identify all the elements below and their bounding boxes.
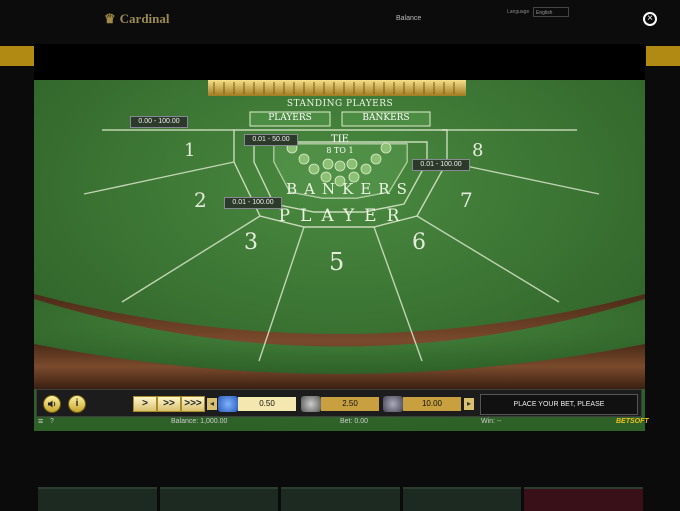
site-header: ♛ Cardinal Balance Language English xyxy=(0,0,680,44)
game-thumbnail[interactable] xyxy=(402,487,522,511)
language-label: Language xyxy=(507,9,530,15)
speed-normal-button[interactable]: > xyxy=(134,397,156,411)
chip-value[interactable]: 2.50 xyxy=(321,397,379,411)
speed-selector: > >> >>> xyxy=(133,396,205,412)
dealer-tray xyxy=(208,80,466,96)
chips-prev-button[interactable]: ◂ xyxy=(207,398,217,410)
sound-button[interactable] xyxy=(43,395,61,413)
seat-1-label[interactable]: 1 xyxy=(184,140,195,161)
chip-blue-icon[interactable] xyxy=(218,396,238,412)
crown-icon: ♛ xyxy=(104,11,116,26)
chip-grey-icon[interactable] xyxy=(301,396,321,412)
speaker-icon xyxy=(48,400,56,408)
language-select[interactable]: English xyxy=(533,7,569,17)
info-button[interactable]: i xyxy=(68,395,86,413)
game-thumbnail[interactable] xyxy=(159,487,279,511)
seat-8-label[interactable]: 8 xyxy=(472,140,483,161)
site-logo-text: Cardinal xyxy=(119,11,170,26)
players-standing-bet[interactable]: PLAYERS xyxy=(250,113,330,123)
seat-7-label[interactable]: 7 xyxy=(460,188,473,212)
win-readout: Win: -- xyxy=(481,418,502,425)
seat-6-label[interactable]: 6 xyxy=(412,230,426,255)
menu-icon[interactable]: ≡ xyxy=(38,416,43,426)
balance-readout: Balance: 1,000.00 xyxy=(171,418,228,425)
status-bar: ≡ ? Balance: 1,000.00 Bet: 0.00 Win: -- … xyxy=(36,416,649,429)
tie-bet-label[interactable]: TIE xyxy=(316,134,364,145)
chip-value[interactable]: 10.00 xyxy=(403,397,461,411)
limit-tooltip: 0.01 - 100.00 xyxy=(224,197,282,209)
seat-3-label[interactable]: 3 xyxy=(244,230,258,255)
game-thumbnail[interactable] xyxy=(38,487,157,511)
chip-dark-icon[interactable] xyxy=(383,396,403,412)
betsoft-logo: BETSOFT xyxy=(616,418,649,425)
place-bet-message: PLACE YOUR BET, PLEASE xyxy=(480,394,638,415)
chip-value-selected[interactable]: 0.50 xyxy=(238,397,296,411)
game-thumbnail[interactable] xyxy=(524,487,643,511)
standing-players-label: STANDING PLAYERS xyxy=(286,99,394,109)
game-window: STANDING PLAYERS PLAYERS BANKERS TIE 8 T… xyxy=(34,44,645,431)
player-bet-area[interactable]: PLAYER xyxy=(244,206,444,226)
control-bar: i > >> >>> ◂ 0.50 2.50 10.00 ▸ PLACE YOU… xyxy=(36,389,642,417)
close-button[interactable]: × xyxy=(643,12,657,26)
site-gold-strip xyxy=(0,46,34,66)
site-logo[interactable]: ♛ Cardinal xyxy=(104,11,170,27)
speed-fastest-button[interactable]: >>> xyxy=(182,397,204,411)
seat-2-label[interactable]: 2 xyxy=(194,188,207,212)
seat-5-label[interactable]: 5 xyxy=(329,248,344,276)
site-balance-label: Balance xyxy=(396,15,422,22)
speed-fast-button[interactable]: >> xyxy=(158,397,180,411)
banker-bet-area[interactable]: BANKERS xyxy=(270,180,430,198)
limit-tooltip: 0.00 - 100.00 xyxy=(130,116,188,128)
limit-tooltip: 0.01 - 100.00 xyxy=(412,159,470,171)
tie-odds-label: 8 TO 1 xyxy=(326,146,354,155)
chips-next-button[interactable]: ▸ xyxy=(464,398,474,410)
game-thumbnails xyxy=(38,487,643,511)
limit-tooltip: 0.01 - 50.00 xyxy=(244,134,298,146)
bankers-standing-bet[interactable]: BANKERS xyxy=(342,113,430,123)
site-gold-strip xyxy=(646,46,680,66)
help-button[interactable]: ? xyxy=(50,418,54,425)
game-thumbnail[interactable] xyxy=(281,487,400,511)
bet-readout: Bet: 0.00 xyxy=(340,418,369,425)
